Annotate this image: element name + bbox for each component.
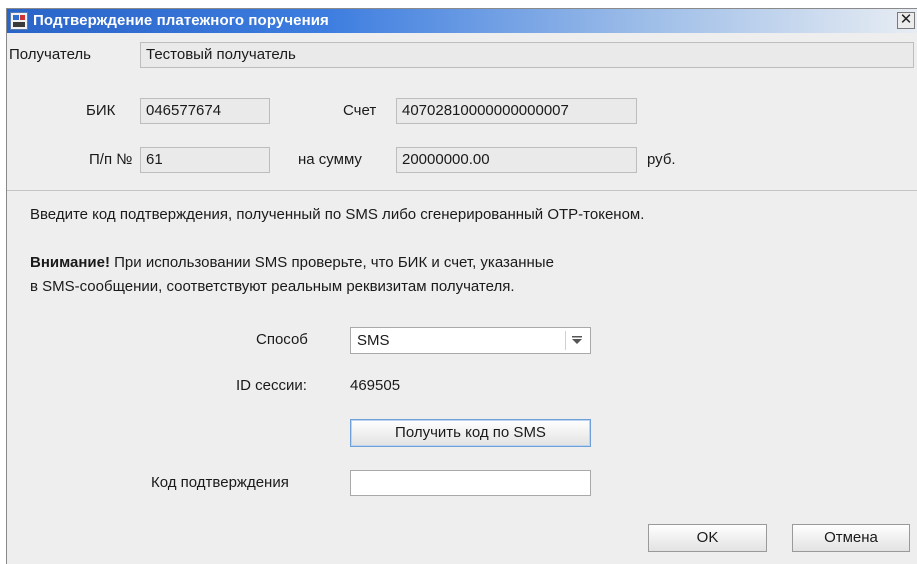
currency-label: руб. (647, 151, 676, 168)
confirmation-code-label: Код подтверждения (151, 474, 289, 491)
ok-button[interactable]: OK (648, 524, 767, 552)
session-id-value: 469505 (350, 377, 401, 394)
separator (7, 190, 917, 191)
bik-label: БИК (86, 102, 116, 119)
bik-field: 046577674 (140, 98, 270, 124)
recipient-label: Получатель (9, 46, 91, 63)
close-icon[interactable]: ✕ (897, 12, 915, 29)
method-select[interactable]: SMS (350, 327, 591, 354)
warning-text-line2: в SMS-сообщении, соответствуют реальным … (30, 278, 515, 295)
confirmation-code-input[interactable] (350, 470, 591, 496)
dropdown-arrow-icon[interactable] (565, 331, 587, 350)
confirm-payment-dialog: Подтверждение платежного поручения ✕ Пол… (6, 8, 917, 564)
amount-label: на сумму (298, 151, 362, 168)
instruction-text: Введите код подтверждения, полученный по… (30, 206, 645, 223)
warning-bold: Внимание! (30, 254, 110, 271)
method-selected-value: SMS (357, 332, 390, 349)
warning-rest: При использовании SMS проверьте, что БИК… (109, 254, 554, 271)
order-number-field: 61 (140, 147, 270, 173)
account-label: Счет (343, 102, 377, 119)
title-bar[interactable]: Подтверждение платежного поручения ✕ (7, 9, 917, 33)
method-label: Способ (256, 331, 308, 348)
account-field: 40702810000000000007 (396, 98, 637, 124)
order-number-label: П/п № (89, 151, 133, 168)
get-sms-code-button[interactable]: Получить код по SMS (350, 419, 591, 447)
warning-text: Внимание! При использовании SMS проверьт… (30, 254, 554, 271)
recipient-field: Тестовый получатель (140, 42, 914, 68)
window-title: Подтверждение платежного поручения (33, 12, 329, 29)
app-icon (10, 12, 28, 30)
amount-field: 20000000.00 (396, 147, 637, 173)
session-id-label: ID сессии: (236, 377, 307, 394)
cancel-button[interactable]: Отмена (792, 524, 910, 552)
